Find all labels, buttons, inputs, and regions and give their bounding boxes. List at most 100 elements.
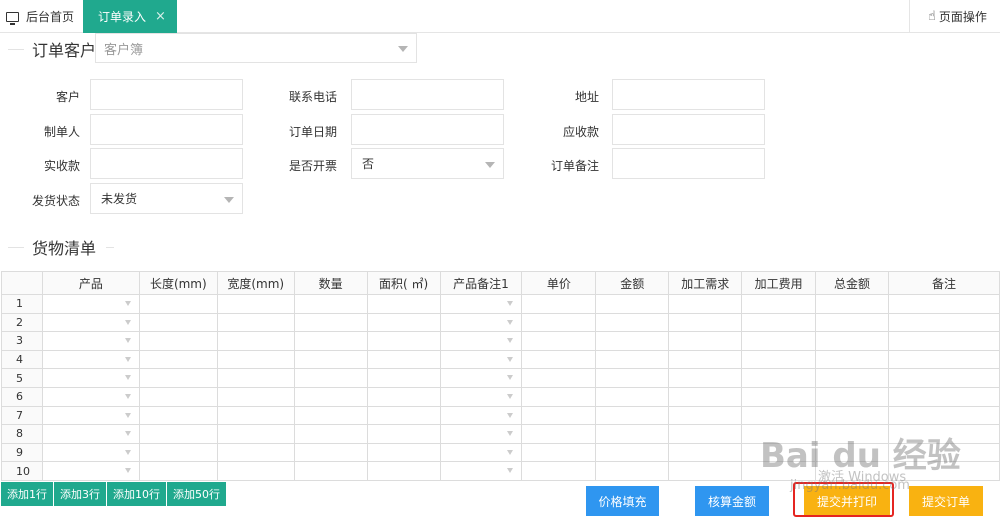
table-cell[interactable] (595, 461, 670, 481)
table-cell[interactable] (521, 386, 597, 407)
table-cell[interactable] (366, 461, 441, 481)
table-cell[interactable] (366, 312, 441, 333)
table-cell[interactable] (138, 368, 218, 388)
table-cell[interactable] (595, 424, 670, 444)
table-cell[interactable] (815, 312, 889, 333)
table-cell[interactable] (41, 349, 140, 370)
table-cell[interactable] (41, 461, 140, 481)
table-cell[interactable] (521, 442, 597, 463)
table-cell[interactable] (216, 461, 295, 481)
calculate-amount-button[interactable]: 核算金额 (695, 486, 769, 516)
table-cell[interactable] (668, 424, 743, 444)
add-10-rows-button[interactable]: 添加10行 (107, 482, 167, 506)
table-cell[interactable] (216, 349, 295, 370)
table-cell[interactable] (521, 331, 597, 351)
table-cell[interactable] (216, 386, 295, 407)
order-date-input[interactable] (351, 114, 504, 145)
table-cell[interactable] (439, 368, 523, 388)
add-50-rows-button[interactable]: 添加50行 (167, 482, 227, 506)
table-cell[interactable] (366, 368, 441, 388)
table-cell[interactable] (815, 331, 889, 351)
table-cell[interactable] (216, 424, 295, 444)
table-cell[interactable] (741, 386, 817, 407)
table-cell[interactable] (366, 331, 441, 351)
table-cell[interactable] (668, 386, 743, 407)
table-cell[interactable] (216, 312, 295, 333)
table-cell[interactable] (815, 349, 889, 370)
table-cell[interactable] (138, 349, 218, 370)
table-cell[interactable] (138, 461, 218, 481)
table-cell[interactable] (41, 331, 140, 351)
table-cell[interactable] (741, 331, 817, 351)
table-cell[interactable] (887, 312, 1000, 333)
table-cell[interactable] (138, 405, 218, 426)
table-cell[interactable] (521, 405, 597, 426)
table-cell[interactable] (887, 294, 1000, 314)
table-cell[interactable] (668, 294, 743, 314)
table-cell[interactable] (439, 294, 523, 314)
table-cell[interactable] (668, 349, 743, 370)
table-cell[interactable] (41, 312, 140, 333)
table-cell[interactable] (815, 368, 889, 388)
table-cell[interactable] (741, 349, 817, 370)
table-cell[interactable] (293, 442, 368, 463)
table-cell[interactable] (138, 294, 218, 314)
add-1-row-button[interactable]: 添加1行 (1, 482, 54, 506)
table-cell[interactable] (41, 294, 140, 314)
tab-order-entry[interactable]: 订单录入 × (83, 0, 177, 33)
table-cell[interactable] (815, 386, 889, 407)
customer-input[interactable] (90, 79, 243, 110)
table-cell[interactable] (293, 405, 368, 426)
table-cell[interactable] (138, 331, 218, 351)
table-cell[interactable] (138, 442, 218, 463)
order-note-input[interactable] (612, 148, 765, 179)
table-cell[interactable] (366, 294, 441, 314)
table-cell[interactable] (41, 405, 140, 426)
table-cell[interactable] (293, 424, 368, 444)
table-cell[interactable] (216, 442, 295, 463)
phone-input[interactable] (351, 79, 504, 110)
table-cell[interactable] (668, 312, 743, 333)
table-cell[interactable] (815, 405, 889, 426)
table-cell[interactable] (521, 424, 597, 444)
table-cell[interactable] (595, 442, 670, 463)
receivable-input[interactable] (612, 114, 765, 145)
table-cell[interactable] (138, 312, 218, 333)
table-cell[interactable] (366, 405, 441, 426)
table-cell[interactable] (439, 331, 523, 351)
table-cell[interactable] (366, 424, 441, 444)
table-cell[interactable] (293, 294, 368, 314)
table-cell[interactable] (439, 312, 523, 333)
add-3-rows-button[interactable]: 添加3行 (54, 482, 107, 506)
table-cell[interactable] (887, 368, 1000, 388)
table-cell[interactable] (595, 331, 670, 351)
received-input[interactable] (90, 148, 243, 179)
address-input[interactable] (612, 79, 765, 110)
table-cell[interactable] (293, 312, 368, 333)
table-cell[interactable] (741, 294, 817, 314)
table-cell[interactable] (293, 349, 368, 370)
table-cell[interactable] (815, 294, 889, 314)
table-cell[interactable] (521, 349, 597, 370)
close-icon[interactable]: × (155, 9, 166, 24)
table-cell[interactable] (668, 461, 743, 481)
submit-order-button[interactable]: 提交订单 (909, 486, 983, 516)
table-cell[interactable] (138, 424, 218, 444)
table-cell[interactable] (41, 424, 140, 444)
table-cell[interactable] (41, 442, 140, 463)
table-cell[interactable] (439, 386, 523, 407)
table-cell[interactable] (595, 405, 670, 426)
table-cell[interactable] (521, 312, 597, 333)
table-cell[interactable] (216, 331, 295, 351)
tab-home[interactable]: 后台首页 (0, 0, 83, 33)
table-cell[interactable] (439, 461, 523, 481)
table-cell[interactable] (439, 349, 523, 370)
table-cell[interactable] (595, 294, 670, 314)
page-operations-button[interactable]: ☝ 页面操作 (909, 0, 1000, 33)
table-cell[interactable] (668, 368, 743, 388)
table-cell[interactable] (741, 368, 817, 388)
table-cell[interactable] (668, 442, 743, 463)
table-cell[interactable] (439, 424, 523, 444)
table-cell[interactable] (366, 442, 441, 463)
table-cell[interactable] (595, 386, 670, 407)
